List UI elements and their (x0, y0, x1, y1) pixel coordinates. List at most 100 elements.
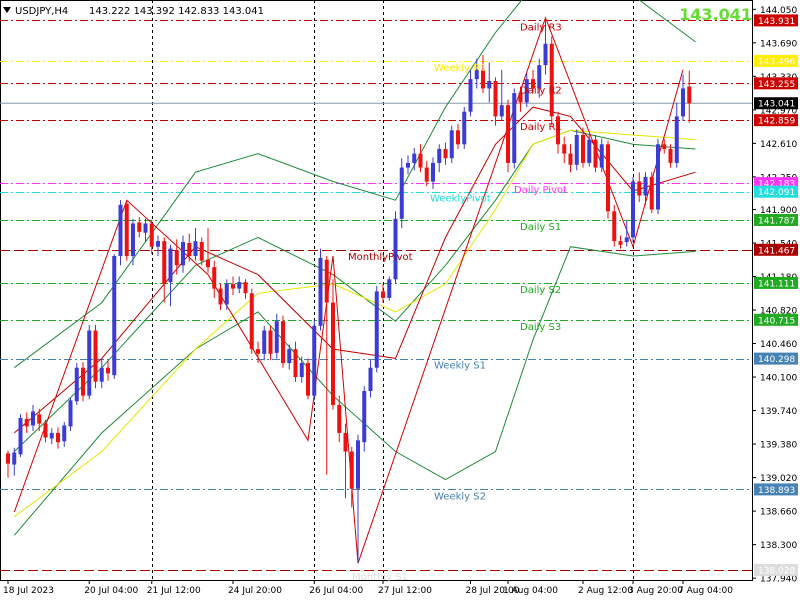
candle[interactable] (424, 161, 429, 187)
x-tick-label: 3 Aug 20:00 (628, 586, 683, 596)
candle[interactable] (324, 256, 329, 475)
candle[interactable] (56, 427, 60, 449)
candle[interactable] (593, 134, 598, 173)
candle[interactable] (206, 228, 210, 273)
candle[interactable] (568, 144, 573, 173)
candle[interactable] (131, 218, 135, 266)
candle[interactable] (162, 237, 167, 303)
candle-body (156, 241, 160, 247)
chart[interactable]: Daily R3 Weekly R1 Daily R2 Daily R1 Daily P… (0, 0, 800, 600)
candle[interactable] (87, 324, 92, 400)
candle[interactable] (437, 144, 442, 173)
candle[interactable] (18, 414, 23, 458)
candle[interactable] (649, 172, 654, 214)
candle[interactable] (199, 237, 204, 266)
candle[interactable] (499, 69, 504, 122)
candle[interactable] (81, 362, 85, 402)
candle-body (118, 204, 123, 257)
candle[interactable] (262, 325, 267, 361)
candle[interactable] (143, 218, 148, 243)
candle[interactable] (643, 172, 648, 205)
candle[interactable] (231, 276, 235, 296)
candle[interactable] (468, 69, 473, 117)
candle[interactable] (193, 228, 198, 261)
candle[interactable] (306, 358, 310, 400)
candle[interactable] (449, 125, 454, 163)
candle[interactable] (587, 134, 592, 167)
candle[interactable] (462, 107, 467, 149)
candle[interactable] (124, 200, 129, 261)
candle[interactable] (506, 99, 510, 173)
candle[interactable] (343, 423, 348, 499)
candle[interactable] (393, 211, 398, 284)
candle[interactable] (31, 404, 35, 432)
candle[interactable] (187, 233, 192, 262)
candle[interactable] (112, 254, 117, 379)
candle[interactable] (62, 421, 67, 447)
candle[interactable] (431, 157, 435, 189)
daily-s2-price-badge: 141.111 (754, 276, 798, 289)
candle-body (449, 130, 454, 159)
candle[interactable] (637, 172, 642, 203)
candle-body (562, 144, 567, 154)
candle[interactable] (618, 235, 623, 249)
candle[interactable] (443, 142, 448, 165)
candle[interactable] (99, 358, 104, 389)
candle[interactable] (118, 200, 123, 266)
candle[interactable] (387, 276, 392, 301)
candle[interactable] (237, 276, 242, 294)
collapse-triangle-icon[interactable] (3, 7, 11, 13)
candle[interactable] (212, 260, 217, 298)
candle[interactable] (106, 360, 110, 381)
candle[interactable] (406, 155, 410, 175)
candle[interactable] (687, 70, 692, 123)
candle[interactable] (318, 248, 323, 331)
candle[interactable] (168, 244, 173, 307)
candle[interactable] (68, 397, 73, 432)
candle[interactable] (674, 102, 679, 168)
candle-body (393, 218, 398, 280)
candle[interactable] (512, 88, 517, 169)
candle[interactable] (156, 235, 160, 257)
candle[interactable] (6, 450, 10, 478)
candle[interactable] (599, 138, 604, 173)
candle[interactable] (218, 283, 223, 311)
candle[interactable] (37, 408, 42, 432)
candle[interactable] (331, 279, 335, 410)
candle[interactable] (418, 144, 423, 173)
candle[interactable] (549, 36, 554, 126)
candle[interactable] (562, 136, 567, 163)
candle[interactable] (12, 447, 17, 476)
candle[interactable] (281, 315, 285, 368)
candle[interactable] (481, 54, 485, 94)
candle[interactable] (268, 325, 273, 361)
candle[interactable] (493, 77, 498, 126)
candle[interactable] (137, 216, 142, 238)
candle[interactable] (49, 428, 54, 445)
candle[interactable] (374, 285, 379, 373)
candle[interactable] (574, 129, 579, 171)
candle[interactable] (656, 138, 660, 215)
candle[interactable] (149, 219, 154, 255)
candle[interactable] (362, 386, 367, 452)
candle[interactable] (487, 62, 492, 103)
candle[interactable] (93, 324, 98, 389)
candle[interactable] (668, 144, 673, 168)
candle[interactable] (24, 412, 29, 433)
candle[interactable] (181, 235, 185, 273)
candle[interactable] (312, 319, 317, 401)
candle[interactable] (456, 123, 460, 149)
candle-body (462, 111, 467, 145)
candle[interactable] (606, 140, 610, 219)
candle[interactable] (631, 176, 635, 243)
candle[interactable] (293, 341, 298, 382)
candle[interactable] (681, 74, 685, 122)
candle[interactable] (612, 204, 617, 247)
candle[interactable] (399, 158, 404, 229)
candle[interactable] (368, 360, 373, 398)
candle[interactable] (249, 288, 254, 354)
candle[interactable] (299, 356, 304, 383)
candle[interactable] (381, 283, 385, 303)
candle[interactable] (243, 279, 248, 299)
candle[interactable] (74, 363, 79, 405)
